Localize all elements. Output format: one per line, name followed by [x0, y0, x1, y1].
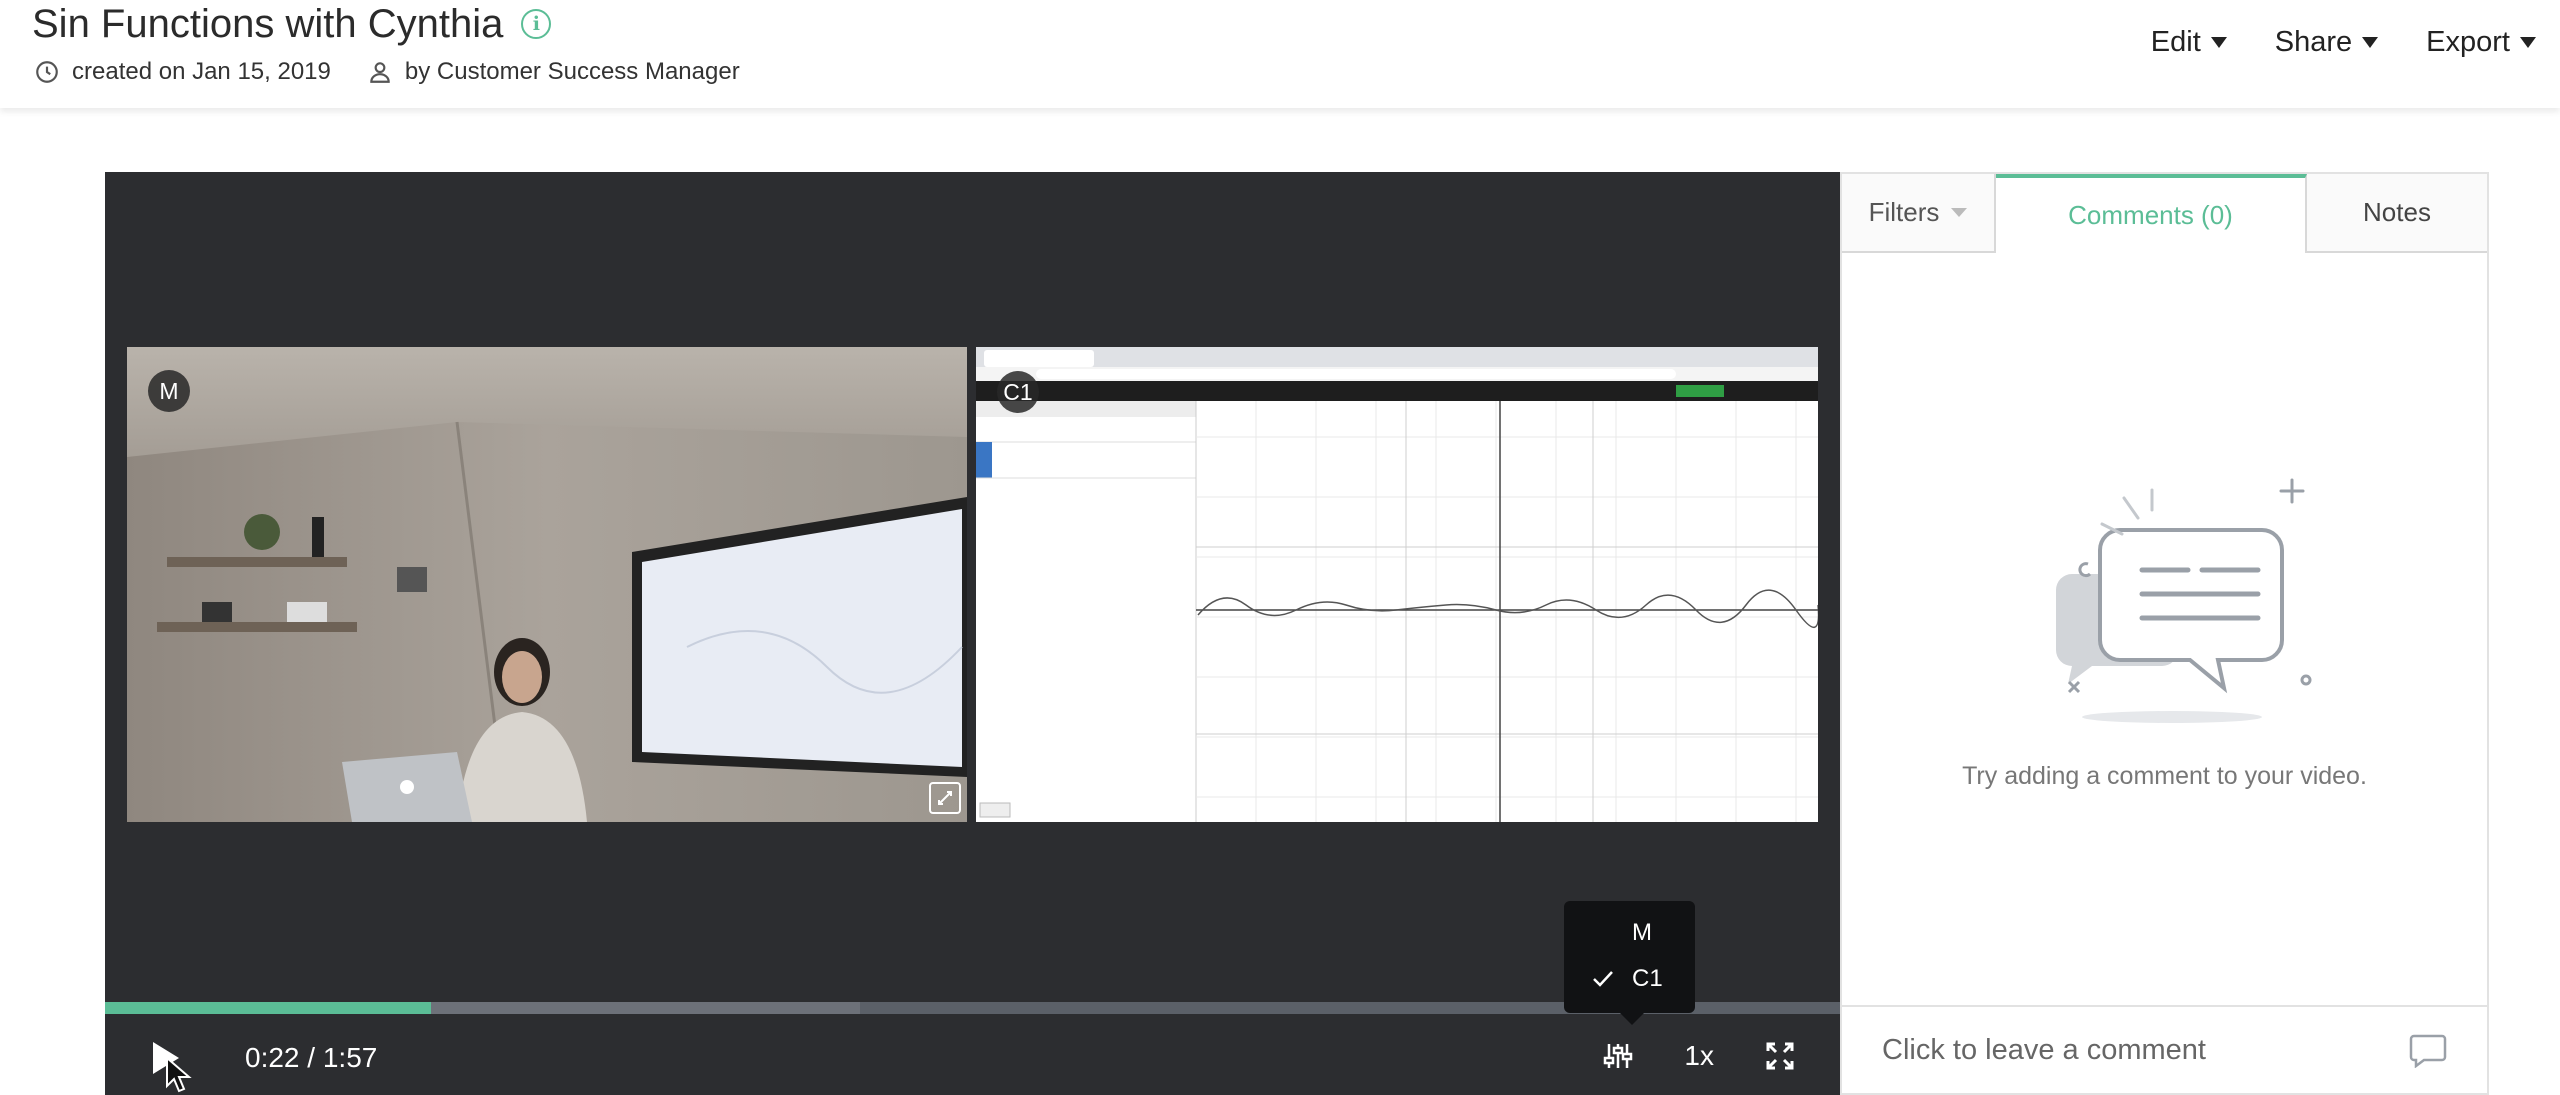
graphing-calculator-frame: [976, 347, 1818, 822]
page-header: Sin Functions with Cynthia i created on …: [0, 0, 2560, 108]
share-menu-button[interactable]: Share: [2274, 25, 2379, 59]
export-label: Export: [2426, 25, 2510, 58]
mouse-cursor-icon: [166, 1056, 192, 1093]
tab-filters[interactable]: Filters: [1842, 174, 1996, 253]
panel-tabs: Filters Comments (0) Notes: [1842, 174, 2487, 253]
author: by Customer Success Manager: [367, 58, 740, 86]
author-text: by Customer Success Manager: [404, 58, 740, 85]
tab-notes[interactable]: Notes: [2307, 174, 2487, 253]
tab-comments[interactable]: Comments (0): [1996, 174, 2307, 253]
side-panel: Filters Comments (0) Notes Try adding a …: [1840, 172, 2489, 1095]
source-select-menu: M C1: [1564, 901, 1695, 1025]
swap-feed-icon[interactable]: [929, 782, 961, 814]
created-date: created on Jan 15, 2019: [34, 58, 331, 86]
empty-comments-message: Try adding a comment to your video.: [1962, 762, 2367, 790]
source-option-c1-label: C1: [1632, 965, 1663, 992]
time-display: 0:22 / 1:57: [245, 1042, 377, 1074]
screen-feed-c1[interactable]: C1: [976, 347, 1818, 822]
sliders-icon[interactable]: [1600, 1038, 1636, 1074]
player-controls: 0:22 / 1:57 1x: [105, 1014, 1840, 1095]
fullscreen-icon[interactable]: [1762, 1038, 1798, 1074]
share-label: Share: [2274, 25, 2353, 58]
user-icon: [370, 62, 390, 83]
empty-comments-illustration: [2056, 478, 2312, 723]
source-option-m[interactable]: M: [1564, 911, 1695, 955]
source-option-c1[interactable]: C1: [1564, 957, 1695, 1001]
check-icon: [1593, 971, 1613, 987]
playback-speed-button[interactable]: 1x: [1684, 1040, 1714, 1072]
comment-placeholder: Click to leave a comment: [1882, 1033, 2206, 1066]
clock-icon: [36, 61, 58, 83]
caret-down-icon: [2362, 36, 2379, 48]
export-menu-button[interactable]: Export: [2426, 26, 2536, 59]
edit-label: Edit: [2150, 25, 2201, 58]
progress-played: [105, 1002, 432, 1014]
total-time: 1:57: [322, 1042, 378, 1073]
header-menu: Edit Share Export: [2151, 20, 2536, 64]
classroom-video-frame: [127, 347, 967, 822]
video-meta: created on Jan 15, 2019 by Customer Succ…: [34, 56, 776, 88]
video-player[interactable]: M C1 M C1 0:22 / 1:57 1x: [105, 172, 1840, 1095]
current-time: 0:22 /: [245, 1042, 316, 1073]
source-option-m-label: M: [1632, 919, 1652, 946]
player-controls-right: 1x: [1600, 1038, 1798, 1074]
created-date-text: created on Jan 15, 2019: [72, 58, 331, 85]
comment-bubble-icon[interactable]: [2409, 1032, 2447, 1068]
tab-filters-label: Filters: [1868, 197, 1940, 227]
caret-down-icon: [1951, 208, 1968, 217]
camera-feed-m[interactable]: M: [127, 347, 967, 822]
edit-menu-button[interactable]: Edit: [2151, 26, 2227, 59]
title-row: Sin Functions with Cynthia i: [32, 0, 552, 48]
feed-badge-m: M: [148, 370, 190, 412]
feed-badge-c1: C1: [997, 371, 1039, 413]
comment-input[interactable]: Click to leave a comment: [1842, 1005, 2487, 1093]
video-title: Sin Functions with Cynthia: [32, 2, 504, 46]
caret-down-icon: [2520, 36, 2536, 48]
caret-down-icon: [2210, 36, 2227, 48]
info-icon[interactable]: i: [521, 9, 552, 39]
